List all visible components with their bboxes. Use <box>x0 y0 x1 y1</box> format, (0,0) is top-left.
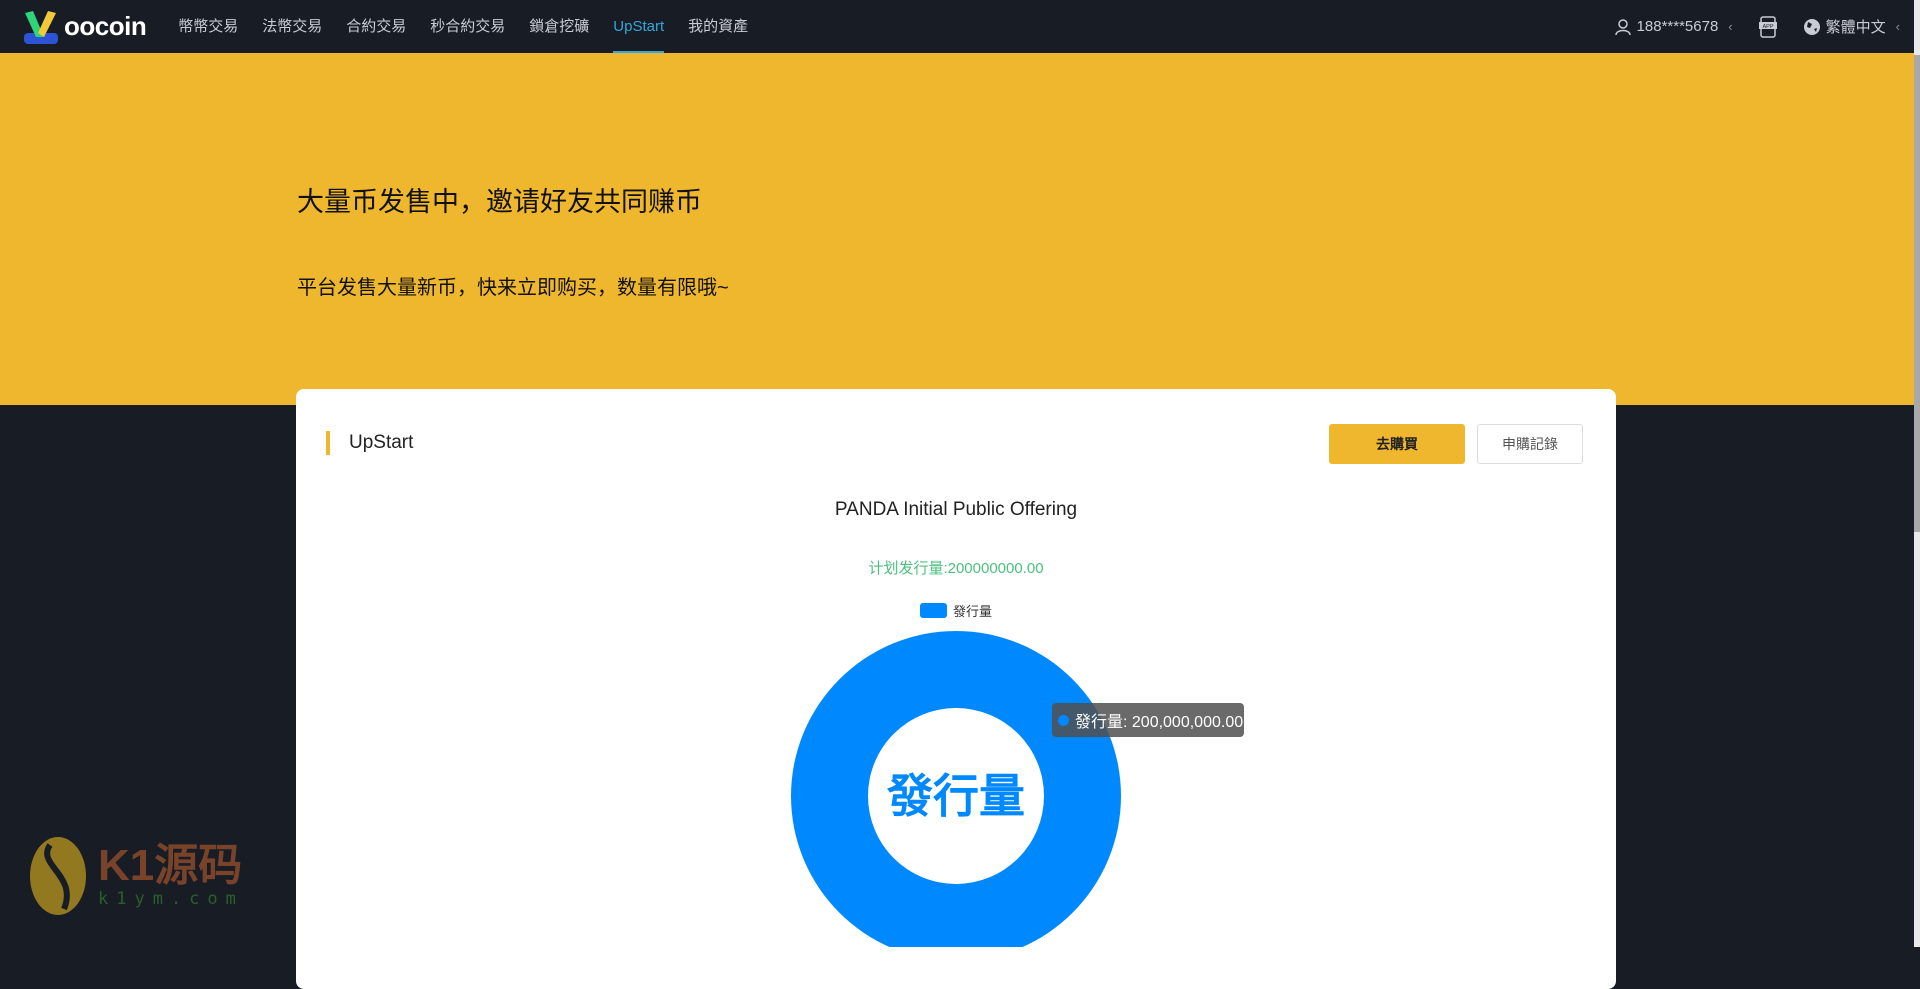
watermark-text: K1源码 <box>98 841 243 890</box>
tooltip-text: 發行量: 200,000,000.00 <box>1075 714 1244 731</box>
tooltip-dot <box>1058 714 1069 726</box>
chart-tooltip: 發行量: 200,000,000.00 <box>1052 703 1244 737</box>
watermark-logo-icon <box>30 837 86 915</box>
donut-center-label: 發行量 <box>886 770 1025 822</box>
scrollbar-thumb[interactable] <box>1914 55 1920 532</box>
watermark-url: k1ym.com <box>98 889 244 909</box>
donut-chart: 發行量 <box>791 631 1121 947</box>
watermark: K1源码 k1ym.com <box>28 835 244 917</box>
scrollbar[interactable] <box>1914 0 1920 947</box>
